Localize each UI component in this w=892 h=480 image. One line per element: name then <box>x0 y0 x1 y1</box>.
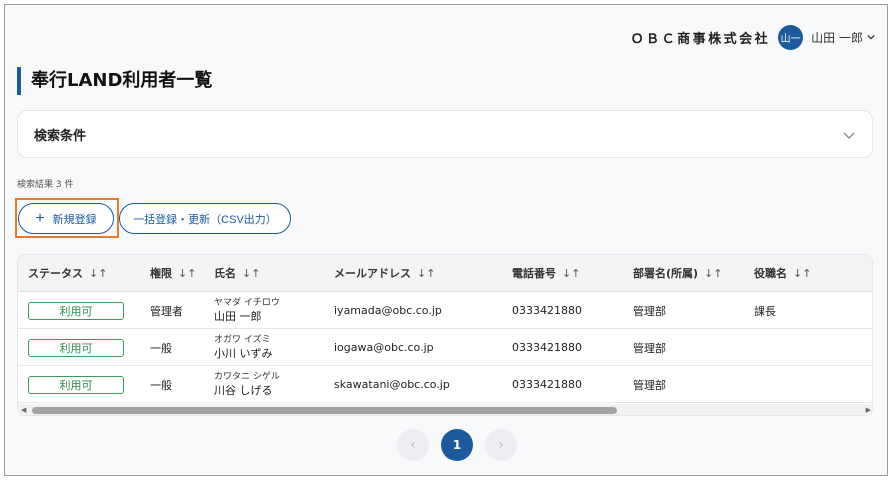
scroll-right-icon[interactable]: ▶ <box>866 406 871 414</box>
column-header-department[interactable]: 部署名(所属) ↓↑ <box>633 255 723 292</box>
company-name: ＯＢＣ商事株式会社 <box>630 31 771 47</box>
email-cell: skawatani@obc.co.jp <box>334 378 450 391</box>
name-kanji: 山田 一郎 <box>214 310 262 323</box>
title-accent-bar <box>17 67 21 95</box>
email-cell: iyamada@obc.co.jp <box>334 304 442 317</box>
prev-page-button[interactable]: ‹ <box>397 429 429 461</box>
sort-icon: ↓↑ <box>793 267 812 280</box>
scroll-left-icon[interactable]: ◀ <box>21 406 26 414</box>
column-header-status[interactable]: ステータス ↓↑ <box>28 255 107 292</box>
sort-icon: ↓↑ <box>704 267 723 280</box>
column-header-phone[interactable]: 電話番号 ↓↑ <box>512 255 580 292</box>
user-name[interactable]: 山田 一郎 <box>811 29 863 46</box>
name-kanji: 小川 いずみ <box>214 347 273 360</box>
table-row[interactable]: 利用可 一般 オガワ イズミ 小川 いずみ iogawa@obc.co.jp 0… <box>18 329 872 366</box>
page-1-button[interactable]: 1 <box>441 429 473 461</box>
name-kana: ヤマダ イチロウ <box>214 298 280 308</box>
new-register-label: 新規登録 <box>52 213 97 226</box>
sort-icon: ↓↑ <box>562 267 581 280</box>
scrollbar-thumb[interactable] <box>32 407 617 414</box>
department-cell: 管理部 <box>633 304 666 318</box>
sort-icon: ↓↑ <box>242 267 261 280</box>
phone-cell: 0333421880 <box>512 378 582 391</box>
role-cell: 一般 <box>150 341 172 355</box>
chevron-down-icon[interactable] <box>842 128 856 142</box>
name-kanji: 川谷 しげる <box>214 384 273 397</box>
phone-cell: 0333421880 <box>512 341 582 354</box>
page-title: 奉行LAND利用者一覧 <box>31 70 213 91</box>
status-badge: 利用可 <box>28 301 124 320</box>
user-menu[interactable]: ＯＢＣ商事株式会社 山一 山田 一郎 <box>631 23 875 51</box>
next-page-button[interactable]: › <box>485 429 517 461</box>
department-cell: 管理部 <box>633 378 666 392</box>
column-header-title[interactable]: 役職名 ↓↑ <box>754 255 811 292</box>
new-register-button[interactable]: + 新規登録 <box>18 203 114 234</box>
name-cell: オガワ イズミ 小川 いずみ <box>214 329 273 366</box>
name-cell: カワタニ シゲル 川谷 しげる <box>214 366 280 403</box>
pagination: ‹ 1 › <box>391 429 523 461</box>
name-cell: ヤマダ イチロウ 山田 一郎 <box>214 292 280 329</box>
search-conditions-label: 検索条件 <box>34 128 87 144</box>
search-conditions-panel[interactable]: 検索条件 <box>17 110 873 158</box>
phone-cell: 0333421880 <box>512 304 582 317</box>
table-row[interactable]: 利用可 一般 カワタニ シゲル 川谷 しげる skawatani@obc.co.… <box>18 366 872 403</box>
title-cell: 課長 <box>754 304 776 318</box>
sort-icon: ↓↑ <box>178 267 197 280</box>
column-header-role[interactable]: 権限 ↓↑ <box>150 255 196 292</box>
app-window: ＯＢＣ商事株式会社 山一 山田 一郎 奉行LAND利用者一覧 検索条件 検索結果… <box>4 4 888 476</box>
table-header: ステータス ↓↑ 権限 ↓↑ 氏名 ↓↑ メールアドレス ↓↑ 電話番号 ↓↑ 部署名(所… <box>18 255 872 292</box>
column-header-name[interactable]: 氏名 ↓↑ <box>214 255 260 292</box>
plus-icon: + <box>35 209 45 227</box>
table-row[interactable]: 利用可 管理者 ヤマダ イチロウ 山田 一郎 iyamada@obc.co.jp… <box>18 292 872 329</box>
role-cell: 管理者 <box>150 304 183 318</box>
role-cell: 一般 <box>150 378 172 392</box>
result-count: 検索結果 3 件 <box>17 180 74 190</box>
sort-icon: ↓↑ <box>89 267 108 280</box>
horizontal-scrollbar[interactable]: ◀ ▶ <box>18 404 872 415</box>
users-table: ステータス ↓↑ 権限 ↓↑ 氏名 ↓↑ メールアドレス ↓↑ 電話番号 ↓↑ 部署名(所… <box>17 254 873 416</box>
status-badge: 利用可 <box>28 375 124 394</box>
status-badge: 利用可 <box>28 338 124 357</box>
column-header-email[interactable]: メールアドレス ↓↑ <box>334 255 435 292</box>
name-kana: カワタニ シゲル <box>214 372 280 382</box>
bulk-register-button[interactable]: 一括登録・更新（CSV出力） <box>119 203 291 234</box>
sort-icon: ↓↑ <box>417 267 436 280</box>
chevron-down-icon[interactable] <box>867 33 875 41</box>
department-cell: 管理部 <box>633 341 666 355</box>
name-kana: オガワ イズミ <box>214 335 271 345</box>
avatar[interactable]: 山一 <box>778 24 804 50</box>
email-cell: iogawa@obc.co.jp <box>334 341 434 354</box>
